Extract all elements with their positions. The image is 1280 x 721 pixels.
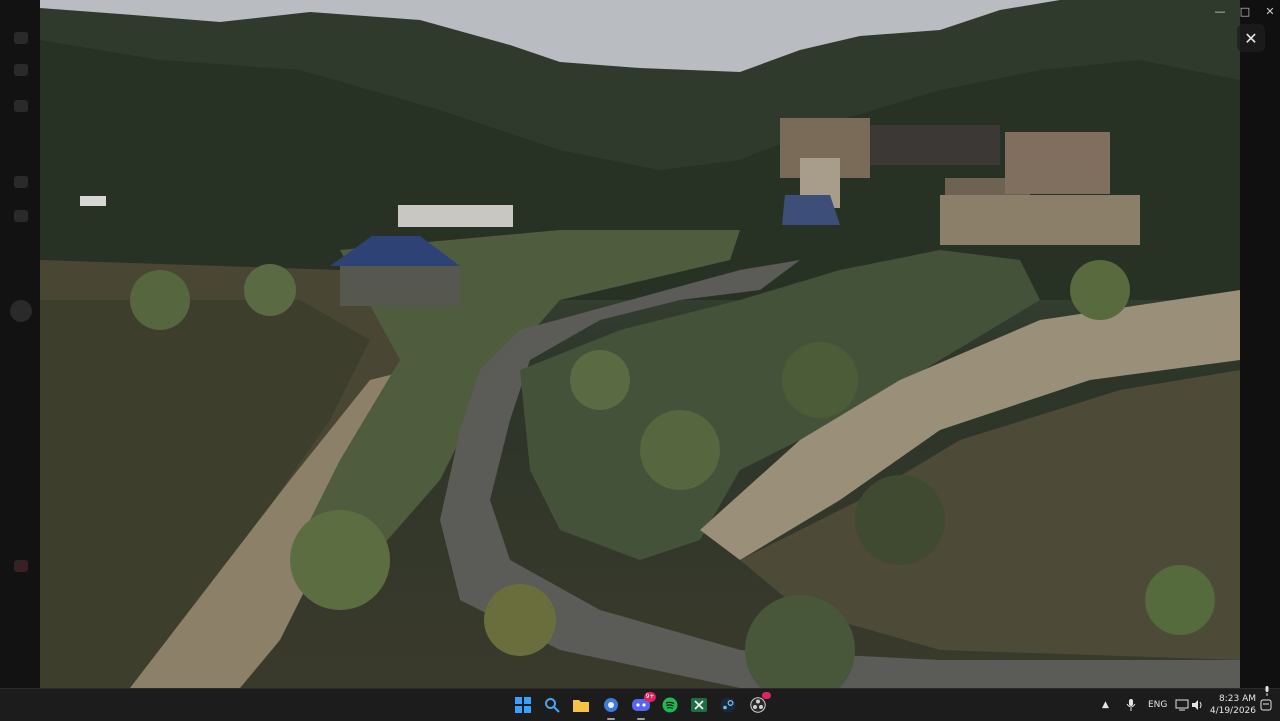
- tray-chevron-button[interactable]: ▲: [1102, 689, 1109, 721]
- notification-badge: 9+: [644, 692, 656, 702]
- window-close-icon[interactable]: ✕: [1258, 2, 1280, 20]
- steam-icon: [720, 697, 736, 713]
- steam-button[interactable]: [718, 695, 738, 715]
- background-window-right: [1240, 0, 1280, 688]
- obs-button[interactable]: [748, 692, 771, 715]
- microphone-indicator-icon: [1265, 686, 1269, 696]
- clock[interactable]: 8:23 AM 4/19/2026: [1200, 693, 1256, 717]
- taskbar: 9+ ▲ ENG 8:23 AM 4/19/2026: [0, 685, 1280, 721]
- background-window-left: [0, 0, 40, 688]
- microphone-icon: [1126, 699, 1136, 711]
- background-app-icon: [14, 210, 28, 222]
- background-app-icon: [14, 560, 28, 572]
- background-app-icon: [14, 32, 28, 44]
- discord-button[interactable]: 9+: [631, 692, 656, 720]
- browser-icon: [604, 698, 618, 712]
- file-explorer-button[interactable]: [571, 695, 591, 715]
- microphone-button[interactable]: [1126, 689, 1136, 721]
- start-button[interactable]: [513, 695, 533, 715]
- photo-viewer[interactable]: [40, 0, 1240, 688]
- mic-in-use-indicator: [1263, 685, 1271, 697]
- spotify-icon: [662, 697, 678, 713]
- background-app-icon: [14, 176, 28, 188]
- recording-badge: [762, 692, 771, 699]
- network-icon: [1175, 699, 1189, 711]
- landscape-photo: [40, 0, 1240, 688]
- obs-icon: [750, 697, 766, 713]
- background-app-icon: [14, 100, 28, 112]
- search-button[interactable]: [542, 695, 562, 715]
- background-app-icon: [14, 64, 28, 76]
- excel-button[interactable]: [689, 695, 709, 715]
- close-icon: ✕: [1244, 28, 1258, 48]
- spotify-button[interactable]: [660, 695, 680, 715]
- windows-start-icon: [515, 697, 531, 713]
- notification-icon: [1260, 699, 1272, 711]
- search-icon: [545, 698, 560, 713]
- excel-icon: [691, 698, 707, 712]
- browser-button[interactable]: [601, 695, 621, 720]
- language-label: ENG: [1148, 700, 1168, 710]
- chevron-up-icon: ▲: [1102, 700, 1109, 710]
- close-viewer-button[interactable]: ✕: [1237, 24, 1265, 52]
- clock-time: 8:23 AM: [1219, 694, 1256, 704]
- folder-icon: [573, 700, 589, 712]
- minimize-icon[interactable]: —: [1208, 2, 1232, 20]
- language-indicator[interactable]: ENG: [1148, 689, 1167, 721]
- maximize-icon[interactable]: □: [1233, 2, 1257, 20]
- network-button[interactable]: [1175, 689, 1189, 721]
- background-app-avatar: [10, 300, 32, 322]
- clock-date: 4/19/2026: [1209, 706, 1256, 716]
